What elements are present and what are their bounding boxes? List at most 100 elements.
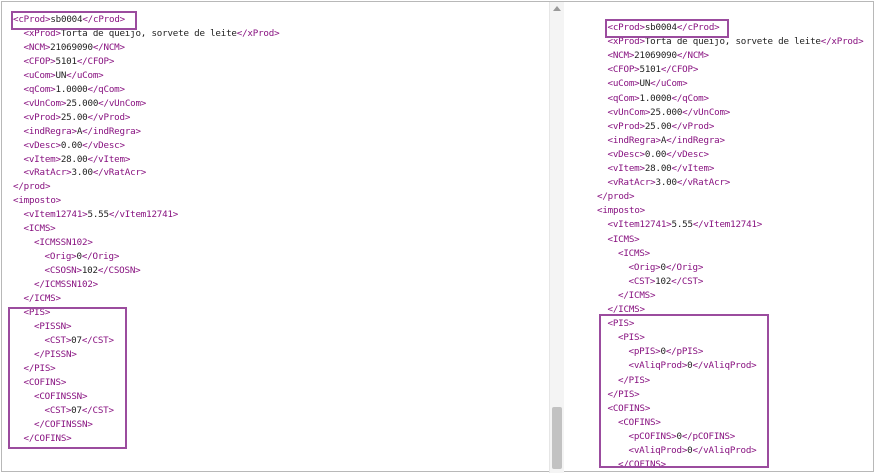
xml-tag: <cProd> [13, 14, 51, 25]
xml-tag: </qCom> [671, 92, 710, 104]
xml-tag: <Orig> [44, 251, 77, 263]
xml-tag: </ICMS> [23, 293, 62, 304]
xml-tag: <xProd> [23, 27, 62, 39]
xml-comparison-view: <cProd>sb0004</cProd> <xProd>Torta de que… [1, 1, 874, 473]
xml-value: UN [639, 78, 651, 90]
xml-tag: </prod> [597, 191, 635, 203]
xml-line: <vAliqProd>0</vAliqProd> [629, 359, 757, 373]
xml-line: <vUnCom>25.000</vUnCom> [24, 97, 147, 111]
xml-tag: <COFINS> [607, 402, 651, 414]
xml-line: </prod> [597, 190, 635, 204]
xml-line: </ICMS> [618, 289, 656, 303]
xml-tag: <CST> [44, 404, 72, 416]
xml-line: <indRegra>A</indRegra> [24, 125, 142, 139]
xml-line: <vDesc>0.00</vDesc> [607, 148, 710, 162]
xml-tag: </vUnCom> [98, 97, 147, 109]
xml-line: </COFINSSN> [34, 418, 93, 432]
xml-line: <uCom>UN</uCom> [608, 77, 688, 91]
xml-tag: </COFINS> [618, 459, 666, 471]
xml-tag: </cProd> [82, 14, 125, 25]
xml-line: </PIS> [618, 374, 650, 388]
xml-value: 25.000 [66, 97, 99, 109]
xml-tag: </vItem> [671, 163, 715, 174]
xml-line: <CST>07</CST> [44, 404, 115, 418]
xml-tag: </CST> [81, 334, 114, 346]
xml-tag: <vDesc> [23, 139, 62, 151]
xml-tag: </indRegra> [82, 125, 141, 137]
xml-tag: </ICMS> [607, 304, 646, 315]
xml-line: <vItem>28.00</vItem> [608, 162, 715, 176]
scrollbar-thumb[interactable] [552, 407, 562, 469]
xml-line: <vUnCom>25.000</vUnCom> [608, 106, 731, 120]
xml-tag: <CST> [628, 275, 656, 287]
xml-line: <qCom>1.0000</qCom> [24, 83, 126, 97]
xml-tag: </CFOP> [76, 55, 115, 67]
xml-tag: </xProd> [236, 27, 280, 39]
xml-line: <vItem12741>5.55</vItem12741> [608, 218, 763, 232]
xml-tag: <CFOP> [23, 55, 56, 67]
xml-line: </PIS> [608, 388, 640, 402]
xml-tag: <NCM> [23, 41, 51, 53]
xml-value: 3.00 [655, 177, 677, 189]
xml-tag: <COFINS> [618, 416, 661, 428]
xml-value: 5.55 [87, 209, 109, 221]
xml-tag: <vUnCom> [23, 97, 67, 109]
xml-tag: </PIS> [607, 388, 640, 400]
xml-line: </COFINS> [24, 432, 72, 446]
xml-tag: </vProd> [87, 111, 131, 123]
xml-tag: </Orig> [81, 251, 120, 263]
xml-value: 0.00 [644, 148, 667, 160]
xml-value: Torta de queijo, sorvete de leite [60, 27, 237, 39]
xml-line: <pCOFINS>0</pCOFINS> [629, 430, 736, 444]
xml-tag: </ICMSSN102> [34, 279, 98, 291]
xml-line: <CFOP>5101</CFOP> [24, 55, 115, 69]
xml-tag: </PIS> [23, 362, 56, 374]
xml-tag: </NCM> [92, 41, 125, 53]
xml-value: 5.55 [671, 219, 693, 231]
xml-line: <ICMS> [618, 247, 650, 261]
xml-line: <cProd>sb0004</cProd> [608, 21, 720, 35]
xml-tag: </indRegra> [666, 134, 725, 146]
xml-tag: <vProd> [607, 120, 646, 132]
xml-line: </PISSN> [34, 348, 77, 362]
xml-tag: </CFOP> [660, 64, 699, 76]
xml-tag: </vUnCom> [682, 106, 731, 118]
xml-tag: </CSOSN> [97, 265, 141, 277]
xml-line: <cProd>sb0004</cProd> [13, 13, 125, 27]
xml-line: <COFINS> [618, 416, 661, 430]
xml-line: <CSOSN>102</CSOSN> [45, 264, 141, 278]
xml-line: </ICMS> [23, 292, 62, 306]
xml-line: <qCom>1.0000</qCom> [608, 92, 710, 106]
xml-line: <ICMS> [24, 222, 56, 236]
xml-tag: <vItem> [607, 163, 646, 174]
xml-line: <COFINSSN> [34, 390, 88, 404]
xml-line: </ICMSSN102> [34, 278, 98, 292]
xml-tag: <imposto> [597, 205, 645, 217]
vertical-scrollbar[interactable] [549, 2, 564, 473]
xml-line: <xProd>Torta de queijo, sorvete de leite… [24, 27, 280, 41]
xml-line: <ICMS> [608, 233, 640, 247]
xml-tag: <COFINSSN> [34, 390, 88, 402]
xml-tag: <vItem12741> [23, 209, 88, 221]
xml-tag: <COFINS> [23, 376, 67, 388]
xml-tag: <CST> [44, 334, 72, 346]
xml-line: <vItem12741>5.55</vItem12741> [24, 208, 179, 222]
xml-value: 3.00 [71, 167, 93, 179]
xml-tag: <uCom> [607, 78, 640, 90]
xml-tag: <vAliqProd> [628, 360, 688, 372]
xml-tag: <vDesc> [607, 148, 646, 160]
xml-line: <NCM>21069090</NCM> [23, 41, 126, 55]
xml-tag: <CFOP> [607, 64, 640, 76]
xml-tag: <PIS> [607, 318, 635, 330]
xml-value: 5101 [639, 64, 662, 76]
xml-tag: </xProd> [820, 36, 864, 48]
xml-value: 21069090 [50, 41, 93, 53]
xml-tag: </vAliqProd> [692, 445, 757, 456]
xml-tag: </CST> [81, 404, 114, 416]
scroll-up-arrow-icon[interactable] [553, 6, 561, 11]
xml-value: UN [55, 69, 67, 81]
xml-line: <COFINS> [608, 402, 651, 416]
xml-tag: </vRatAcr> [92, 167, 147, 179]
xml-tag: </vProd> [671, 120, 715, 132]
xml-line: <vRatAcr>3.00</vRatAcr> [24, 166, 147, 180]
